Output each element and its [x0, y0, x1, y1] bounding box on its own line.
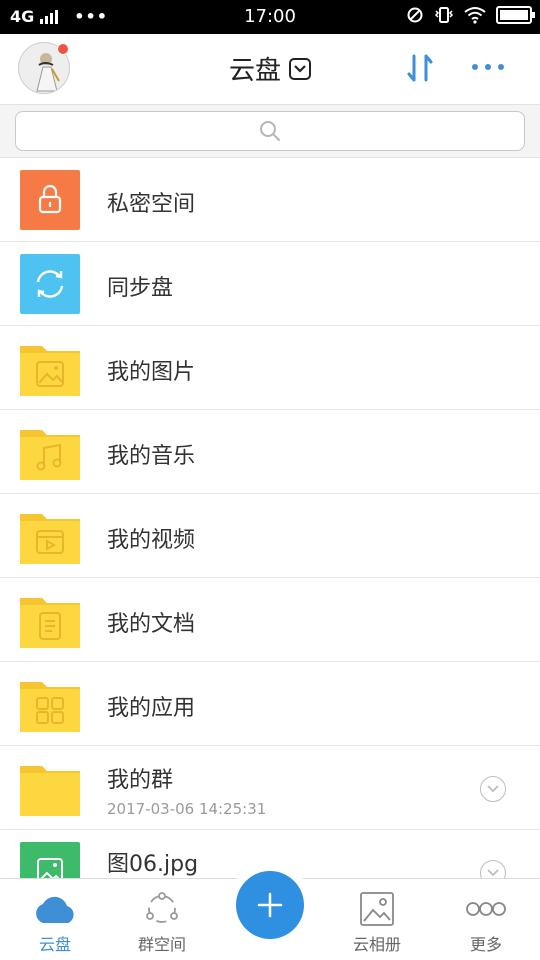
list-item-my-music[interactable]: 我的音乐 — [0, 410, 540, 494]
more-dots-icon — [472, 64, 478, 70]
status-right — [406, 6, 535, 24]
search-area — [0, 104, 540, 158]
tab-label: 云盘 — [38, 935, 71, 954]
sync-icon — [20, 254, 80, 314]
lock-icon — [20, 170, 80, 230]
bottom-nav: 云盘 群空间 云相册 更多 — [0, 865, 540, 960]
image-file-icon — [20, 842, 80, 878]
list-item-label: 我的图片 — [107, 360, 196, 385]
list-item-my-pictures[interactable]: 我的图片 — [0, 326, 540, 410]
search-icon — [260, 121, 280, 141]
tab-more[interactable]: 更多 — [441, 889, 531, 955]
chevron-down-icon — [487, 869, 499, 877]
folder-icon — [20, 758, 80, 818]
video-folder-icon — [20, 506, 80, 566]
list-item-label: 私密空间 — [107, 192, 196, 217]
list-item-label: 我的视频 — [107, 528, 196, 553]
list-item-label: 同步盘 — [107, 276, 174, 301]
list-item-my-apps[interactable]: 我的应用 — [0, 662, 540, 746]
tab-label: 云相册 — [352, 935, 401, 954]
chevron-down-icon — [289, 57, 311, 80]
more-button[interactable] — [466, 54, 510, 80]
list-item-timestamp: 2017-03-06 14:25:31 — [107, 800, 267, 818]
list-item-my-groups[interactable]: 我的群 2017-03-06 14:25:31 — [0, 746, 540, 830]
tab-label: 群空间 — [137, 935, 186, 954]
list-item-label: 图06.jpg — [107, 852, 199, 877]
plus-icon — [257, 892, 283, 918]
apps-folder-icon — [20, 674, 80, 734]
list-item-my-documents[interactable]: 我的文档 — [0, 578, 540, 662]
list-item-label: 我的音乐 — [107, 444, 196, 469]
status-bar: 4G ••• 17:00 — [0, 0, 540, 34]
vibrate-icon — [434, 7, 454, 23]
list-item-private-space[interactable]: 私密空间 — [0, 158, 540, 242]
group-space-icon — [117, 889, 207, 929]
document-folder-icon — [20, 590, 80, 650]
more-icon — [441, 889, 531, 929]
search-input[interactable] — [15, 111, 525, 151]
album-icon — [332, 889, 422, 929]
battery-icon — [496, 6, 535, 24]
tab-label: 更多 — [469, 935, 502, 954]
add-button[interactable] — [236, 871, 304, 939]
wifi-icon — [464, 7, 486, 24]
app-header: 云盘 — [0, 34, 540, 104]
cloud-icon — [10, 889, 100, 929]
list-item-label: 我的应用 — [107, 696, 196, 721]
image-folder-icon — [20, 338, 80, 398]
page-title: 云盘 — [228, 56, 281, 86]
expand-chevron-button[interactable] — [480, 776, 506, 802]
expand-chevron-button[interactable] — [480, 860, 506, 878]
list-item-sync-drive[interactable]: 同步盘 — [0, 242, 540, 326]
music-folder-icon — [20, 422, 80, 482]
list-item-my-videos[interactable]: 我的视频 — [0, 494, 540, 578]
sort-button[interactable] — [402, 50, 438, 86]
title-dropdown[interactable]: 云盘 — [0, 50, 540, 87]
sort-arrows-icon — [407, 54, 433, 82]
list-item-label: 我的群 — [107, 768, 174, 793]
tab-cloud-album[interactable]: 云相册 — [332, 889, 422, 955]
list-item-label: 我的文档 — [107, 612, 196, 637]
tab-cloud-drive[interactable]: 云盘 — [10, 889, 100, 955]
alarm-icon — [407, 7, 423, 23]
file-list: 私密空间 同步盘 我的图片 我的音乐 我的视频 我的文档 我的应用 我的群 20… — [0, 158, 540, 878]
chevron-down-icon — [487, 785, 499, 793]
tab-group-space[interactable]: 群空间 — [117, 889, 207, 955]
